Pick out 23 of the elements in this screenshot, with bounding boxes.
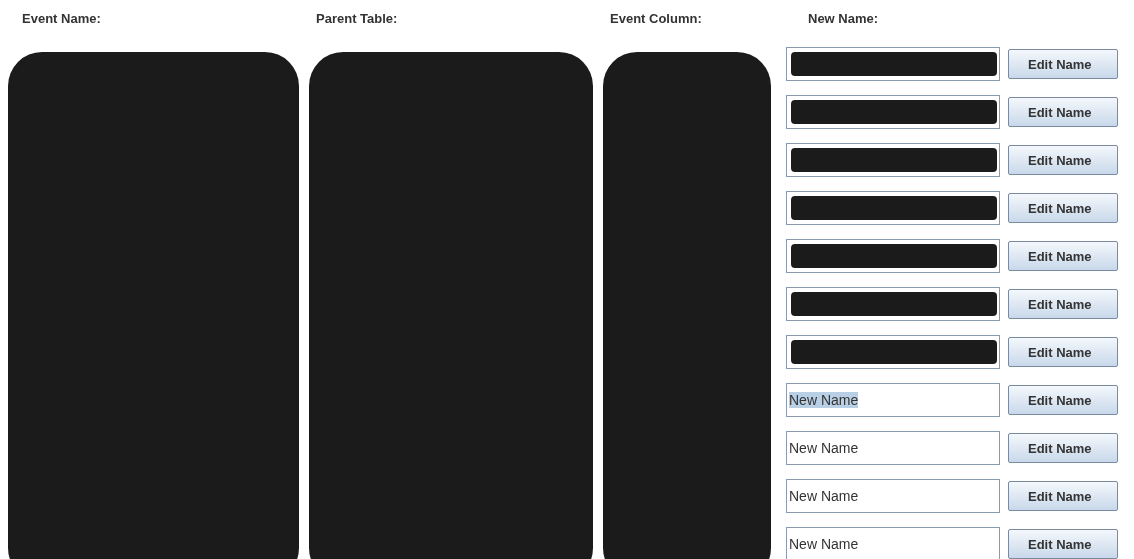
edit-name-button[interactable]: Edit Name [1008,337,1118,367]
edit-name-button[interactable]: Edit Name [1008,289,1118,319]
name-field[interactable]: New Name [786,431,1000,465]
edit-name-button[interactable]: Edit Name [1008,193,1118,223]
edit-name-button[interactable]: Edit Name [1008,97,1118,127]
edit-name-button[interactable]: Edit Name [1008,529,1118,559]
edit-name-button[interactable]: Edit Name [1008,481,1118,511]
column-header: Event Name: [21,10,102,28]
column-header: New Name: [807,10,880,28]
column-header: Parent Table: [315,10,399,28]
field-text: New Name [789,488,859,504]
name-field[interactable]: New Name [786,479,1000,513]
name-field[interactable]: New Name [786,383,1000,417]
edit-name-button[interactable]: Edit Name [1008,241,1118,271]
field-text: New Name [789,392,859,408]
name-field[interactable]: New Name [786,527,1000,559]
edit-name-button[interactable]: Edit Name [1008,145,1118,175]
field-text: New Name [789,440,859,456]
edit-name-button[interactable]: Edit Name [1008,433,1118,463]
column-header: Event Column: [609,10,703,28]
edit-name-button[interactable]: Edit Name [1008,49,1118,79]
field-text: New Name [789,536,859,552]
edit-name-button[interactable]: Edit Name [1008,385,1118,415]
